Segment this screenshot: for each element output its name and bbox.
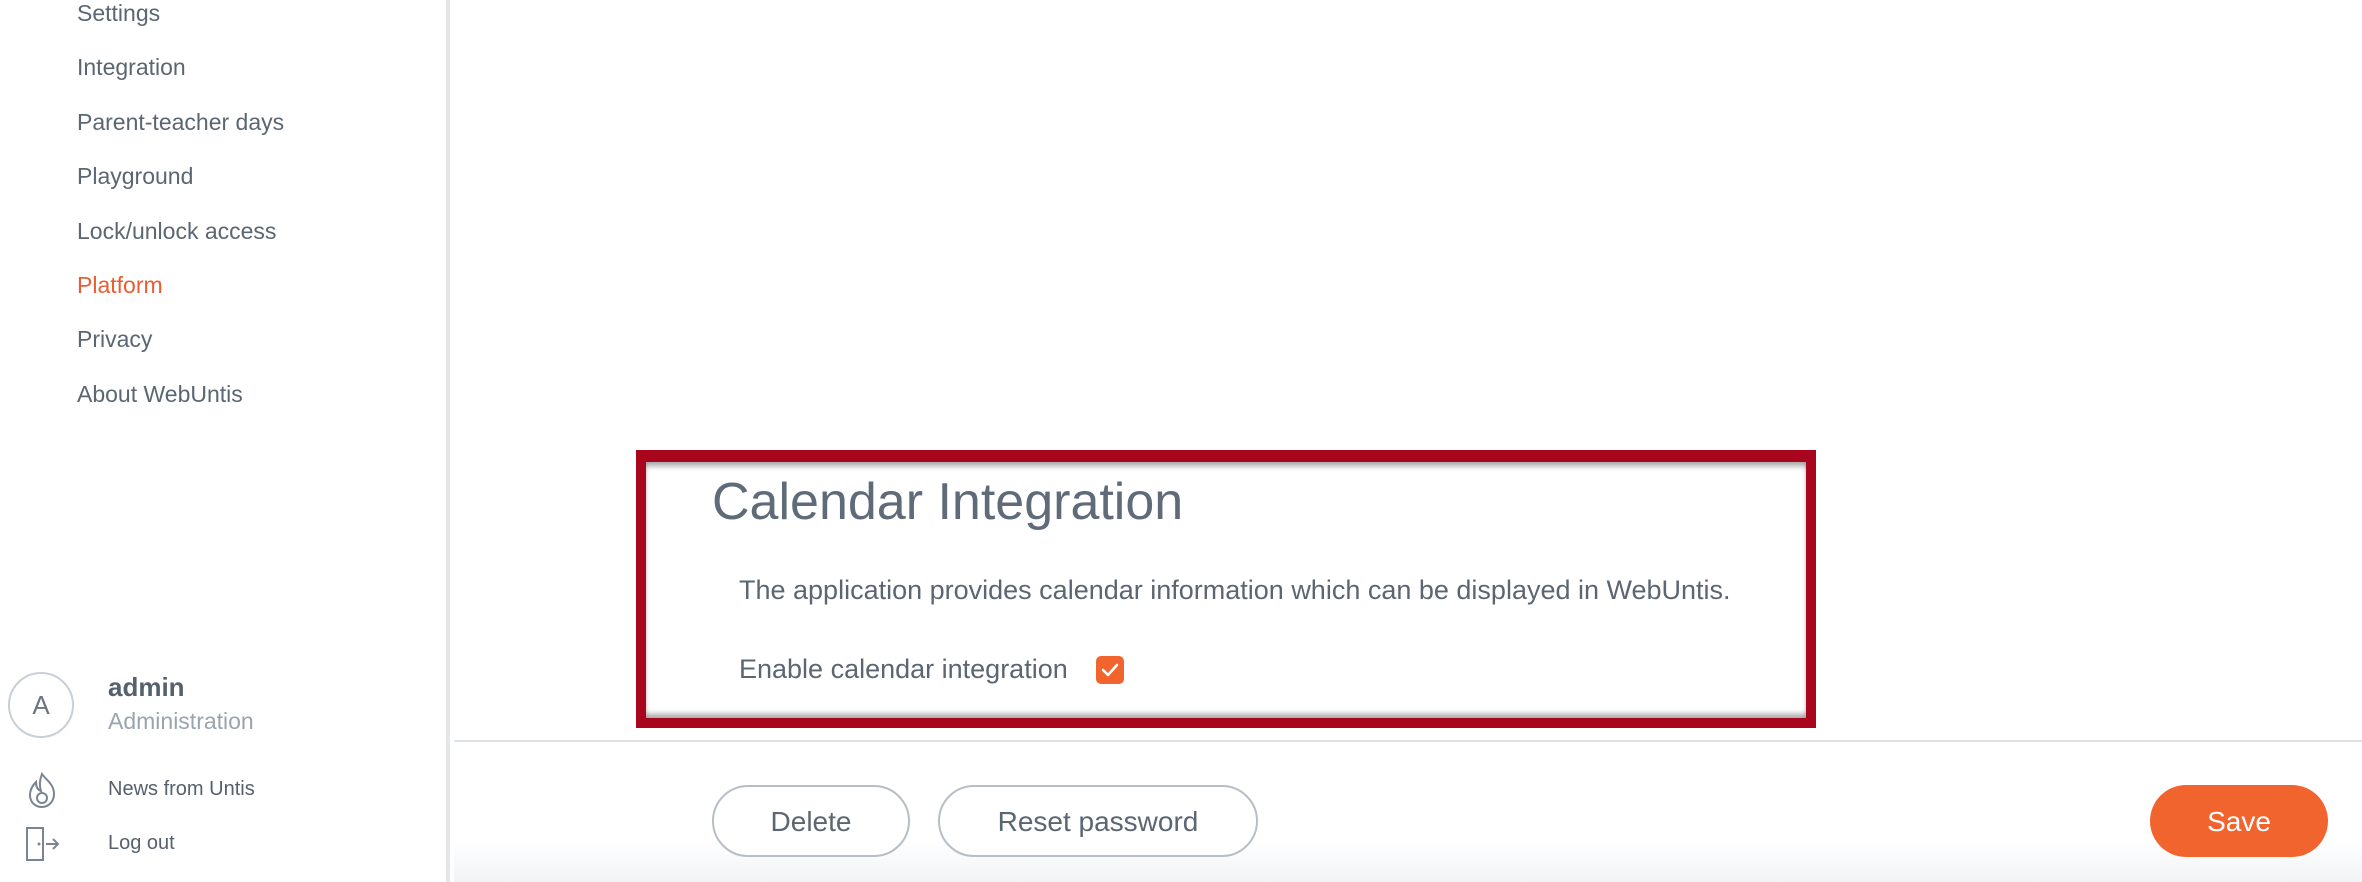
sidebar-nav: Settings Integration Parent-teacher days… xyxy=(0,0,446,421)
sidebar-item-playground[interactable]: Playground xyxy=(0,149,446,203)
sidebar-item-privacy[interactable]: Privacy xyxy=(0,312,446,366)
sidebar-item-lock-unlock-access[interactable]: Lock/unlock access xyxy=(0,204,446,258)
section-title: Calendar Integration xyxy=(712,473,1184,531)
calendar-integration-option: Enable calendar integration xyxy=(739,654,1125,694)
checkbox-label: Enable calendar integration xyxy=(739,654,1068,684)
logout-link[interactable]: Log out xyxy=(0,824,440,864)
news-from-untis-link[interactable]: News from Untis xyxy=(0,770,440,810)
sidebar: Settings Integration Parent-teacher days… xyxy=(0,0,450,882)
main-content: Calendar Integration The application pro… xyxy=(454,0,2362,882)
sidebar-item-settings[interactable]: Settings xyxy=(0,0,446,40)
app-window: Settings Integration Parent-teacher days… xyxy=(0,0,2362,882)
sidebar-item-platform[interactable]: Platform xyxy=(0,258,446,312)
checkmark-icon xyxy=(1101,663,1119,676)
user-role: Administration xyxy=(108,708,254,734)
user-name: admin xyxy=(108,672,185,702)
save-button[interactable]: Save xyxy=(2150,785,2328,857)
avatar: A xyxy=(8,672,74,738)
user-profile[interactable]: A admin Administration xyxy=(8,672,428,742)
logout-door-icon xyxy=(24,824,60,864)
sidebar-item-integration[interactable]: Integration xyxy=(0,40,446,94)
enable-calendar-integration-checkbox[interactable] xyxy=(1096,655,1125,684)
sidebar-item-about-webuntis[interactable]: About WebUntis xyxy=(0,367,446,421)
news-label: News from Untis xyxy=(108,778,255,800)
section-description: The application provides calendar inform… xyxy=(739,575,1731,605)
sidebar-item-parent-teacher-days[interactable]: Parent-teacher days xyxy=(0,95,446,149)
logout-label: Log out xyxy=(108,832,175,854)
flame-icon xyxy=(24,770,60,810)
delete-button[interactable]: Delete xyxy=(712,785,910,857)
reset-password-button[interactable]: Reset password xyxy=(938,785,1258,857)
